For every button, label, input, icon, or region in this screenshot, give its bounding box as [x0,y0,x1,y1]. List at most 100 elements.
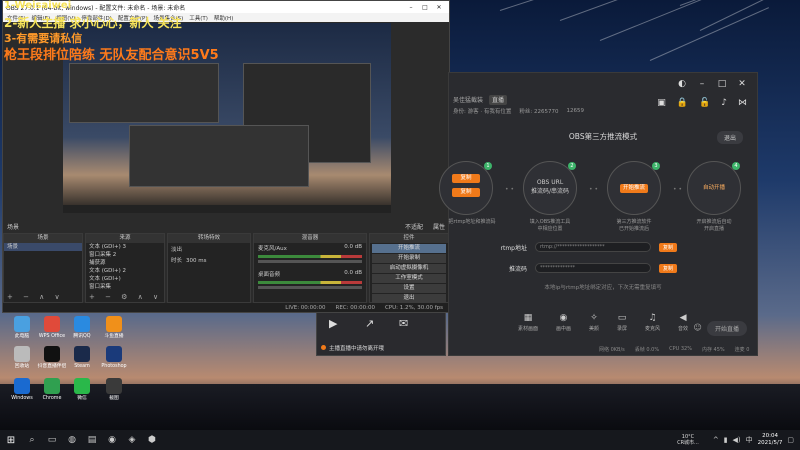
desktop-icon-label: Steam [74,364,90,369]
bell-icon[interactable]: ♪ [721,98,727,108]
tool-label: 音效 [678,326,689,332]
source-item[interactable]: 窗口采集 2 [86,251,164,259]
app-icon [14,378,30,394]
duration-input[interactable]: 300 ms [186,257,206,265]
menu-help[interactable]: 帮助(H) [214,14,233,22]
weather-widget[interactable]: 10°C CR城市... [677,434,699,446]
desktop-icon[interactable]: 截图 [96,378,132,402]
tool-record[interactable]: ▭ 录屏 [617,313,627,339]
exit-button[interactable]: 退出 [372,294,446,303]
share-icon[interactable]: ↗ [365,317,374,330]
streaming-app-window: ◐ – □ ✕ 吴佳猛截装 直播 身份: 游客 · 有我有位置 粉丝: 2265… [439,72,758,356]
volume-icon[interactable]: ◀) [733,436,741,444]
tool-beauty[interactable]: ✧ 美颜 [589,313,599,339]
app-icon [44,378,60,394]
folder-icon[interactable]: ▤ [82,435,102,445]
stream-key-field[interactable]: ************** [535,263,651,273]
volume-slider[interactable] [258,286,362,289]
tool-sound[interactable]: ◀ 音效 [678,313,688,339]
start-stream-step-button[interactable]: 开始推流 [620,184,648,193]
maximize-icon[interactable]: □ [418,4,432,11]
overlay-line-1: 1-Weisaiwei [4,0,72,11]
stream-key-row: 推流码 ************** 复制 [479,262,678,274]
minimize-icon[interactable]: – [404,4,418,11]
popup-message: 主播直播中请勿离开哦 [321,344,384,352]
volume-meter [258,255,362,258]
minimize-icon[interactable]: – [697,79,707,89]
mixer-dock-title: 混音器 [254,234,366,243]
tool-label: 画中画 [555,326,571,332]
desktop-icon[interactable]: 斗鱼直播 [96,316,132,340]
exit-mode-button[interactable]: 退出 [716,131,743,144]
close-icon[interactable]: ✕ [737,79,747,89]
source-item[interactable]: 文本 (GDI+) [86,275,164,283]
settings-button[interactable]: 设置 [372,284,446,293]
copy-button[interactable]: 复制 [452,188,480,197]
desktop-icon[interactable]: Steam [64,346,100,370]
emoji-icon[interactable]: ☺ [693,323,701,332]
copy-rtmp-button[interactable]: 复制 [659,242,678,252]
search-icon[interactable]: ⌕ [22,435,42,445]
edge-icon[interactable]: ◍ [62,435,82,445]
sources-dock-controls[interactable]: + − ⚙ ∧ ∨ [86,293,164,302]
overlay-line-4: 枪王段排位陪练 无队友配合意识5V5 [4,48,219,63]
step-4: 4 自动开播 [687,161,741,215]
source-item[interactable]: 捕获源 [86,259,164,267]
shop-icon[interactable]: ▣ [657,98,666,108]
close-icon[interactable]: ✕ [432,4,446,11]
tool-mic[interactable]: ♫ 麦克风 [645,313,660,339]
start-streaming-button[interactable]: 开始推流 [372,244,446,253]
video-icon[interactable]: ▶ [329,317,337,330]
preview-nested-mixer [129,125,309,187]
maximize-icon[interactable]: □ [717,79,727,89]
step-3: 3 开始推流 [607,161,661,215]
obs-taskbar-icon[interactable]: ◉ [102,435,122,445]
tool-pip[interactable]: ◉ 画中画 [556,313,571,339]
desktop-icon[interactable]: 微信 [64,378,100,402]
copy-button[interactable]: 复制 [452,174,480,183]
picture-icon: ▦ [523,313,533,323]
start-recording-button[interactable]: 开始录制 [372,254,446,263]
desktop-icon[interactable]: Photoshop [96,346,132,370]
message-icon[interactable]: ✉ [399,317,408,330]
copy-key-button[interactable]: 复制 [659,263,678,273]
live-badge: 直播 [489,95,508,105]
app-icon [14,316,30,332]
scene-item[interactable]: 场景 [4,243,82,251]
start-live-button[interactable]: 开始直播 [706,321,747,336]
network-icon[interactable]: ▮ [724,436,728,444]
lock-icon[interactable]: 🔒 [677,98,688,108]
record-icon: ▭ [617,313,627,323]
app-icon [74,346,90,362]
input-language[interactable]: 中 [746,435,753,445]
tool-material[interactable]: ▦ 素材画面 [518,313,538,339]
notification-icon[interactable]: ▢ [787,436,794,444]
tool-label: 美颜 [588,326,599,332]
fit-toggle[interactable]: 不适配 [405,222,423,231]
source-item[interactable]: 文本 (GDI+) 3 [86,243,164,251]
start-icon[interactable]: ⊞ [0,435,22,446]
stream-app-taskbar-icon[interactable]: ◈ [122,435,142,445]
studio-mode-button[interactable]: 工作室模式 [372,274,446,283]
game-taskbar-icon[interactable]: ⬢ [142,435,162,445]
source-item[interactable]: 窗口采集 [86,283,164,291]
system-tray: ^ ▮ ◀) 中 20:04 2021/5/7 ▢ [713,433,800,447]
app-icon [106,346,122,362]
source-item[interactable]: 文本 (GDI+) 2 [86,267,164,275]
volume-slider[interactable] [258,260,362,263]
microphone-icon: ♫ [648,313,657,323]
menu-tools[interactable]: 工具(T) [189,14,208,22]
task-view-icon[interactable]: ▭ [42,435,62,445]
obs-status-bar: LIVE: 00:00:00 REC: 00:00:00 CPU: 1.2%, … [3,303,449,312]
chevron-up-icon[interactable]: ^ [713,436,719,444]
share-icon[interactable]: ⋈ [738,98,747,108]
desktop-icon[interactable]: 腾讯QQ [64,316,100,340]
mem-stat: 内存 45% [701,347,725,353]
channel-fans: 粉丝: 2265770 [519,109,559,115]
virtual-camera-button[interactable]: 启动虚拟摄像机 [372,264,446,273]
scenes-dock-controls[interactable]: + − ∧ ∨ [4,293,82,302]
transition-select[interactable]: 淡出 [171,246,182,254]
clock[interactable]: 20:04 2021/5/7 [758,433,783,447]
lock2-icon[interactable]: 🔓 [699,98,710,108]
rtmp-field[interactable]: rtmp://******************* [535,242,651,252]
